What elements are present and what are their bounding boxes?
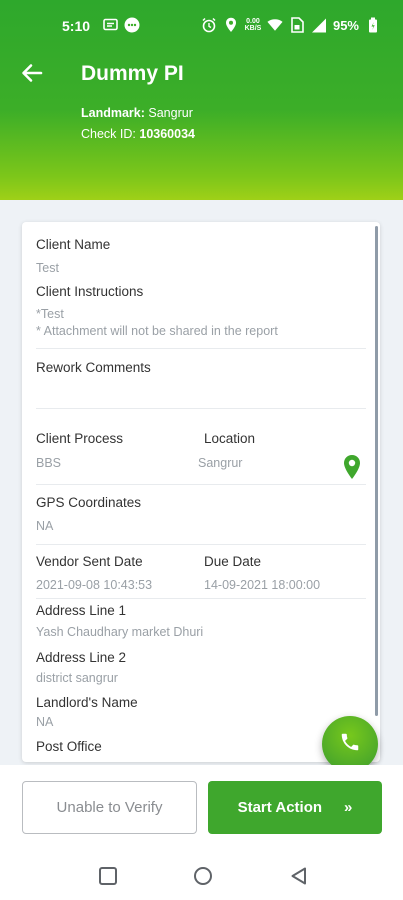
system-nav-bar	[0, 850, 403, 900]
client-name-value: Test	[36, 261, 59, 275]
sim-icon	[289, 17, 305, 33]
landmark-line: Landmark: Sangrur	[81, 106, 193, 120]
header: 5:10 0.00 KB/S 95% Dummy PI Landmark: Sa…	[0, 0, 403, 200]
client-process-value: BBS	[36, 456, 62, 470]
battery-icon	[365, 17, 381, 33]
messenger-icon	[124, 17, 140, 33]
check-id-value: 10360034	[139, 127, 195, 141]
sms-icon	[102, 17, 118, 33]
check-id-label: Check ID:	[81, 127, 136, 141]
recents-square-icon[interactable]	[97, 865, 119, 887]
vendor-sent-date-label: Vendor Sent Date	[36, 554, 143, 569]
divider	[36, 544, 366, 545]
data-speed-icon: 0.00 KB/S	[244, 18, 262, 32]
gps-coordinates-label: GPS Coordinates	[36, 495, 142, 510]
address-line-1-label: Address Line 1	[36, 603, 127, 618]
start-action-label: Start Action	[237, 799, 323, 816]
client-name-label: Client Name	[36, 237, 111, 252]
landlord-name-value: NA	[36, 715, 54, 729]
client-instructions-line-2: * Attachment will not be shared in the r…	[36, 324, 278, 338]
post-office-label: Post Office	[36, 739, 102, 754]
start-action-button[interactable]: Start Action »	[208, 781, 382, 834]
landlord-name-label: Landlord's Name	[36, 695, 138, 710]
back-arrow-icon[interactable]	[20, 62, 44, 84]
back-triangle-icon[interactable]	[288, 865, 310, 887]
address-line-1-value: Yash Chaudhary market Dhuri	[36, 625, 204, 639]
rework-comments-label: Rework Comments	[36, 360, 151, 375]
gps-coordinates-value: NA	[36, 519, 54, 533]
vendor-sent-date-value: 2021-09-08 10:43:53	[36, 578, 153, 592]
due-date-label: Due Date	[204, 554, 262, 569]
home-circle-icon[interactable]	[192, 865, 214, 887]
location-icon	[223, 17, 239, 33]
divider	[36, 408, 366, 409]
page-title: Dummy PI	[81, 62, 184, 85]
divider	[36, 598, 366, 599]
location-label: Location	[204, 431, 256, 446]
client-instructions-line-1: *Test	[36, 307, 64, 321]
unable-to-verify-button[interactable]: Unable to Verify	[22, 781, 197, 834]
status-right-icons: 0.00 KB/S 95%	[201, 17, 381, 33]
address-line-2-value: district sangrur	[36, 671, 118, 685]
location-value: Sangrur	[198, 456, 243, 470]
check-id-line: Check ID: 10360034	[81, 127, 195, 141]
alarm-icon	[201, 17, 217, 33]
status-left-icons	[102, 17, 140, 33]
landmark-label: Landmark:	[81, 106, 145, 120]
address-line-2-label: Address Line 2	[36, 650, 127, 665]
call-button[interactable]	[322, 716, 378, 772]
phone-icon	[339, 731, 361, 758]
divider	[36, 348, 366, 349]
signal-icon	[311, 17, 327, 33]
map-pin-icon[interactable]	[342, 454, 362, 480]
double-chevron-right-icon: »	[344, 799, 353, 816]
status-bar: 5:10 0.00 KB/S 95%	[0, 0, 403, 52]
client-process-label: Client Process	[36, 431, 124, 446]
landmark-value: Sangrur	[148, 106, 193, 120]
unable-to-verify-label: Unable to Verify	[56, 799, 163, 816]
battery-percent: 95%	[332, 17, 359, 33]
due-date-value: 14-09-2021 18:00:00	[204, 578, 321, 592]
divider	[36, 484, 366, 485]
client-instructions-label: Client Instructions	[36, 284, 144, 299]
status-time: 5:10	[62, 18, 91, 34]
wifi-icon	[267, 17, 283, 33]
scrollbar[interactable]	[375, 226, 378, 716]
